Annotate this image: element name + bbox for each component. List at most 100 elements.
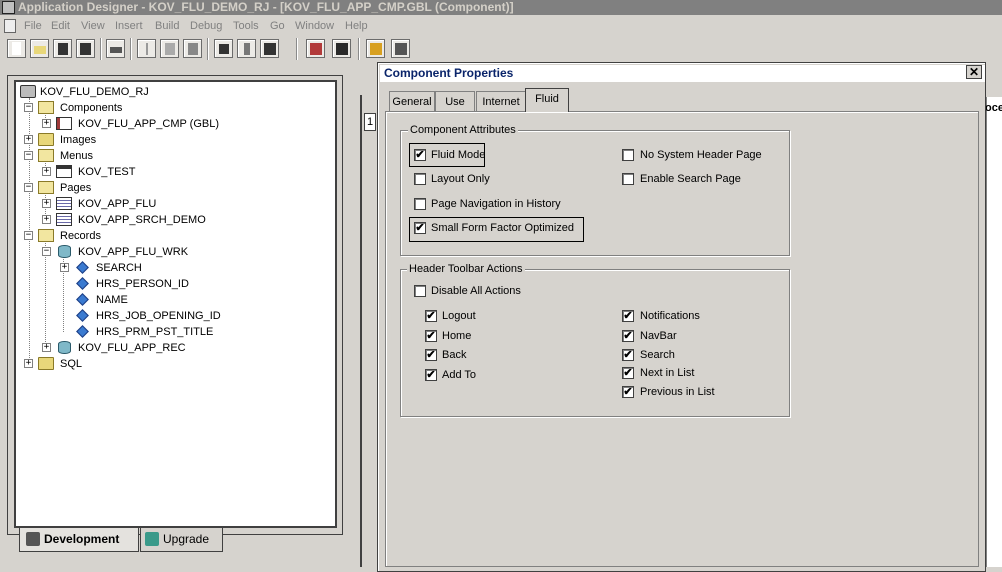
menu-go[interactable]: Go bbox=[270, 16, 285, 36]
search-checkbox[interactable]: ✔ bbox=[622, 349, 634, 361]
enable-search-page-label: Enable Search Page bbox=[640, 173, 741, 185]
next-in-list-label: Next in List bbox=[640, 367, 695, 379]
menu-build[interactable]: Build bbox=[155, 16, 179, 36]
print-icon[interactable] bbox=[106, 39, 125, 58]
save-icon[interactable] bbox=[53, 39, 72, 58]
menu-bar: File Edit View Insert Build Debug Tools … bbox=[0, 16, 1002, 36]
previous-in-list-checkbox[interactable]: ✔ bbox=[622, 386, 634, 398]
collapse-icon[interactable]: − bbox=[42, 247, 51, 256]
small-form-factor-checkbox[interactable]: ✔ bbox=[414, 222, 426, 234]
enable-search-page-checkbox[interactable] bbox=[622, 173, 634, 185]
object-icon[interactable] bbox=[332, 39, 351, 58]
disable-all-checkbox[interactable] bbox=[414, 285, 426, 297]
field-icon bbox=[76, 261, 89, 274]
expand-icon[interactable]: + bbox=[42, 215, 51, 224]
page-icon bbox=[56, 213, 72, 226]
validate-icon[interactable] bbox=[260, 39, 279, 58]
layout-only-checkbox[interactable] bbox=[414, 173, 426, 185]
open-icon[interactable] bbox=[30, 39, 49, 58]
project-tree[interactable]: KOV_FLU_DEMO_RJ − Components + KOV_FLU_A… bbox=[14, 80, 337, 528]
menu-window[interactable]: Window bbox=[295, 16, 334, 36]
page-nav-history-checkbox[interactable] bbox=[414, 198, 426, 210]
row-number: 1 bbox=[364, 113, 376, 131]
development-icon bbox=[26, 532, 40, 546]
disable-all-label: Disable All Actions bbox=[431, 285, 521, 297]
properties-icon[interactable] bbox=[237, 39, 256, 58]
tab-fluid[interactable]: Fluid bbox=[525, 88, 569, 112]
paste-icon[interactable] bbox=[183, 39, 202, 58]
upgrade-icon bbox=[145, 532, 159, 546]
tab-internet[interactable]: Internet bbox=[476, 91, 526, 111]
field-icon bbox=[76, 309, 89, 322]
component-icon bbox=[56, 117, 72, 130]
field-icon bbox=[76, 325, 89, 338]
copy-icon[interactable] bbox=[160, 39, 179, 58]
navbar-label: NavBar bbox=[640, 330, 677, 342]
logout-checkbox[interactable]: ✔ bbox=[425, 310, 437, 322]
previous-in-list-label: Previous in List bbox=[640, 386, 715, 398]
find-icon[interactable] bbox=[214, 39, 233, 58]
dialog-title-bar[interactable]: Component Properties bbox=[380, 65, 985, 82]
tab-general[interactable]: General bbox=[389, 91, 435, 111]
folder-open-icon bbox=[38, 101, 54, 114]
page-icon bbox=[56, 197, 72, 210]
menu-icon bbox=[56, 165, 72, 178]
menu-file[interactable]: File bbox=[24, 16, 42, 36]
record-icon bbox=[58, 245, 71, 258]
new-icon[interactable] bbox=[7, 39, 26, 58]
menu-help[interactable]: Help bbox=[345, 16, 368, 36]
document-icon[interactable] bbox=[4, 19, 16, 33]
expand-icon[interactable]: + bbox=[24, 135, 33, 144]
tab-development[interactable]: Development bbox=[19, 528, 139, 552]
toolbar-separator bbox=[130, 38, 132, 60]
save-all-icon[interactable] bbox=[76, 39, 95, 58]
menu-tools[interactable]: Tools bbox=[233, 16, 259, 36]
field-icon bbox=[76, 277, 89, 290]
tree-connector bbox=[45, 240, 46, 348]
cut-icon[interactable] bbox=[137, 39, 156, 58]
collapse-icon[interactable]: − bbox=[24, 183, 33, 192]
collapse-icon[interactable]: − bbox=[24, 103, 33, 112]
menu-edit[interactable]: Edit bbox=[51, 16, 70, 36]
menu-insert[interactable]: Insert bbox=[115, 16, 143, 36]
next-in-list-checkbox[interactable]: ✔ bbox=[622, 367, 634, 379]
record-icon bbox=[58, 341, 71, 354]
navbar-checkbox[interactable]: ✔ bbox=[622, 330, 634, 342]
partial-column-header: oce bbox=[985, 102, 1002, 114]
fluid-mode-checkbox[interactable]: ✔ bbox=[414, 149, 426, 161]
add-to-checkbox[interactable]: ✔ bbox=[425, 369, 437, 381]
toolbar-separator bbox=[296, 38, 298, 60]
folder-icon bbox=[38, 133, 54, 146]
folder-open-icon bbox=[38, 149, 54, 162]
insert-page-icon[interactable] bbox=[366, 39, 385, 58]
toolbar-separator bbox=[100, 38, 102, 60]
app-icon bbox=[2, 1, 15, 14]
no-system-header-checkbox[interactable] bbox=[622, 149, 634, 161]
back-checkbox[interactable]: ✔ bbox=[425, 349, 437, 361]
title-bar: Application Designer - KOV_FLU_DEMO_RJ -… bbox=[0, 0, 1002, 15]
home-checkbox[interactable]: ✔ bbox=[425, 330, 437, 342]
notifications-checkbox[interactable]: ✔ bbox=[622, 310, 634, 322]
dialog-title: Component Properties bbox=[384, 66, 514, 80]
small-form-factor-label: Small Form Factor Optimized bbox=[431, 222, 575, 234]
collapse-icon[interactable]: − bbox=[24, 231, 33, 240]
expand-icon[interactable]: + bbox=[42, 343, 51, 352]
menu-debug[interactable]: Debug bbox=[190, 16, 222, 36]
back-label: Back bbox=[442, 349, 467, 361]
tab-upgrade[interactable]: Upgrade bbox=[140, 528, 223, 552]
collapse-icon[interactable]: − bbox=[24, 151, 33, 160]
expand-icon[interactable]: + bbox=[24, 359, 33, 368]
close-icon[interactable]: ✕ bbox=[966, 65, 982, 79]
no-system-header-label: No System Header Page bbox=[640, 149, 762, 161]
expand-icon[interactable]: + bbox=[42, 199, 51, 208]
build-icon[interactable] bbox=[306, 39, 325, 58]
expand-icon[interactable]: + bbox=[42, 119, 51, 128]
menu-view[interactable]: View bbox=[81, 16, 105, 36]
expand-icon[interactable]: + bbox=[60, 263, 69, 272]
expand-icon[interactable]: + bbox=[42, 167, 51, 176]
test-icon[interactable] bbox=[391, 39, 410, 58]
folder-icon bbox=[38, 357, 54, 370]
toolbar-separator bbox=[358, 38, 360, 60]
tab-use[interactable]: Use bbox=[435, 91, 475, 111]
notifications-label: Notifications bbox=[640, 310, 700, 322]
